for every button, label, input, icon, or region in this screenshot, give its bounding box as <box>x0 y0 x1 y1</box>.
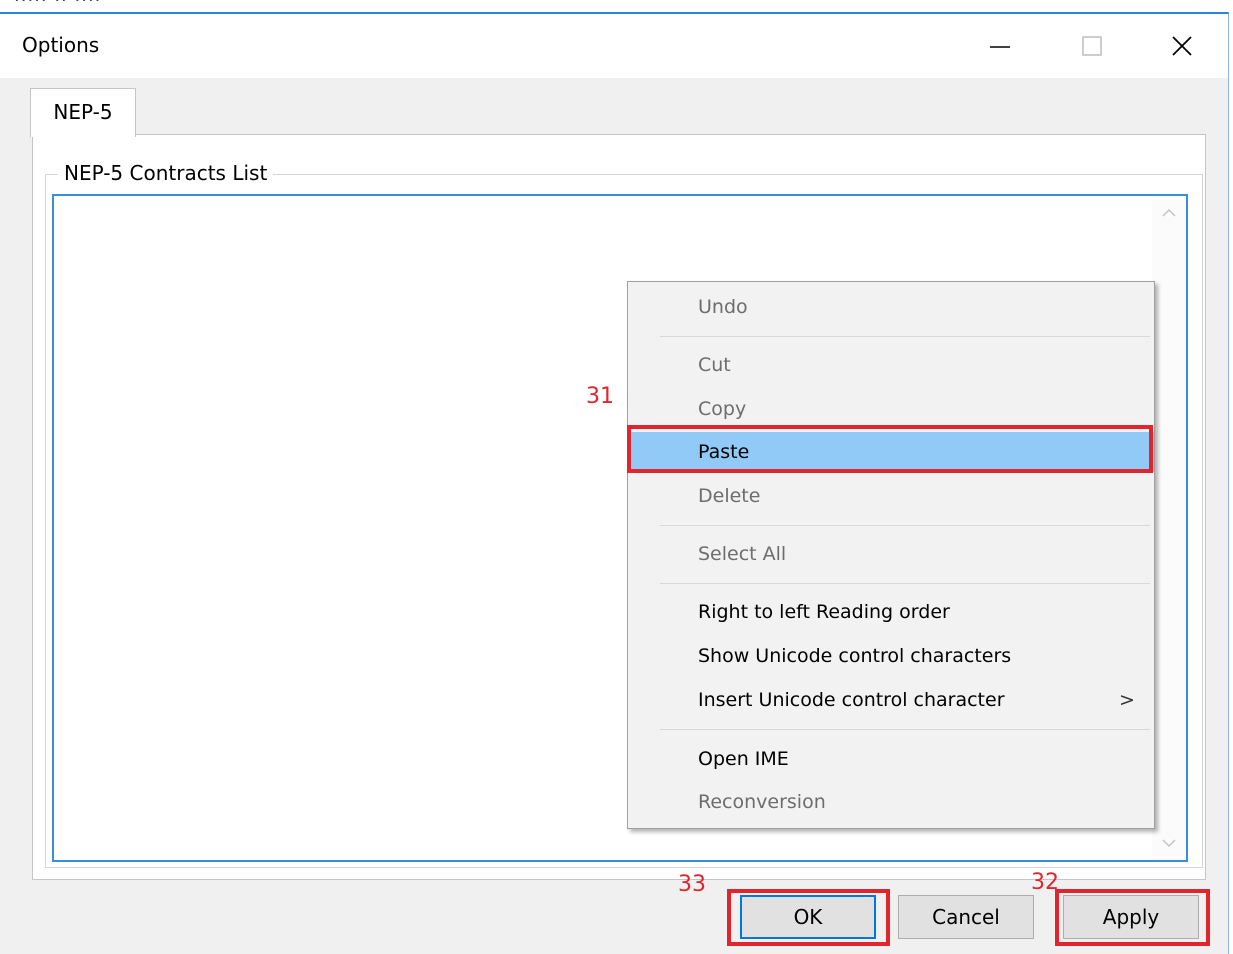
vertical-scrollbar[interactable] <box>1152 196 1186 860</box>
close-icon <box>1172 36 1192 56</box>
menu-item-label: Show Unicode control characters <box>698 645 1012 667</box>
menu-item-reconversion[interactable]: Reconversion <box>628 782 1154 822</box>
menu-item-label: Select All <box>698 543 787 565</box>
annotation-number-33: 33 <box>678 872 706 897</box>
cancel-button[interactable]: Cancel <box>898 895 1034 939</box>
menu-item-label: Insert Unicode control character <box>698 689 1005 711</box>
menu-item-label: Cut <box>698 354 731 376</box>
menu-item-select-all[interactable]: Select All <box>628 534 1154 574</box>
menu-item-cut[interactable]: Cut <box>628 345 1154 385</box>
menu-item-label: Reconversion <box>698 791 826 813</box>
menu-item-show-unicode[interactable]: Show Unicode control characters <box>628 636 1154 676</box>
menu-item-copy[interactable]: Copy <box>628 389 1154 429</box>
annotation-box-ok <box>727 889 890 946</box>
menu-item-rtl-reading-order[interactable]: Right to left Reading order <box>628 592 1154 632</box>
minimize-button[interactable] <box>954 14 1046 78</box>
menu-item-label: Delete <box>698 485 761 507</box>
maximize-icon <box>1082 36 1102 56</box>
tab-nep5[interactable]: NEP-5 <box>30 88 136 137</box>
menu-separator <box>660 729 1150 730</box>
menu-item-open-ime[interactable]: Open IME <box>628 739 1154 779</box>
title-bar[interactable]: Options <box>0 14 1228 78</box>
context-menu: Undo Cut Copy Paste Delete Select All Ri… <box>627 281 1155 829</box>
minimize-icon <box>990 46 1010 48</box>
annotation-box-apply <box>1055 889 1210 946</box>
submenu-arrow-icon: > <box>1119 689 1135 711</box>
scroll-down-arrow-icon[interactable] <box>1162 838 1176 848</box>
close-button[interactable] <box>1136 14 1228 78</box>
menu-item-label: Right to left Reading order <box>698 601 950 623</box>
background-menu-fragment: ····· ·· ···· <box>14 0 102 11</box>
menu-separator <box>660 336 1150 337</box>
menu-item-delete[interactable]: Delete <box>628 476 1154 516</box>
annotation-number-31: 31 <box>586 384 614 409</box>
menu-item-undo[interactable]: Undo <box>628 287 1154 327</box>
menu-separator <box>660 583 1150 584</box>
maximize-button[interactable] <box>1046 14 1138 78</box>
menu-separator <box>660 525 1150 526</box>
menu-item-insert-unicode[interactable]: Insert Unicode control character > <box>628 680 1154 720</box>
menu-item-label: Undo <box>698 296 748 318</box>
groupbox-label: NEP-5 Contracts List <box>58 160 274 186</box>
window-title: Options <box>22 33 100 57</box>
scroll-up-arrow-icon[interactable] <box>1162 208 1176 218</box>
menu-item-label: Copy <box>698 398 747 420</box>
menu-item-label: Open IME <box>698 748 789 770</box>
annotation-box-paste <box>627 425 1153 473</box>
